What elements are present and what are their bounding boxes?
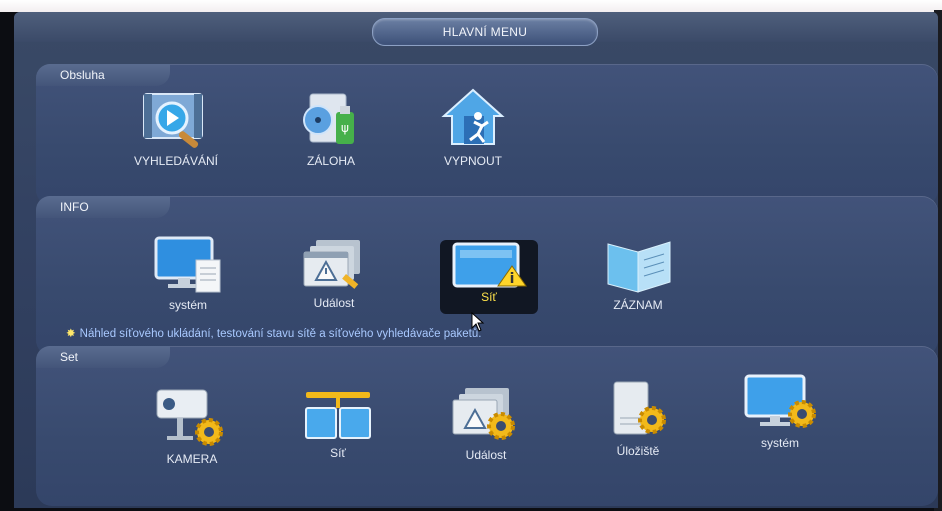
storage-gear-icon (613, 381, 666, 435)
menu-item-label: Síť (330, 446, 346, 460)
menu-item-vypnout[interactable]: VYPNOUT (428, 86, 518, 168)
menu-item-set-udalost[interactable]: Událost (436, 386, 536, 462)
menu-item-set-system[interactable]: systém (730, 374, 830, 450)
log-book-icon (607, 241, 671, 293)
menu-item-info-udalost[interactable]: Událost (284, 238, 384, 310)
menu-item-label: Úložiště (616, 444, 660, 458)
event-gear-icon (452, 388, 515, 440)
menu-item-info-system[interactable]: systém (138, 236, 238, 312)
menu-item-info-zaznam[interactable]: ZÁZNAM (588, 238, 688, 312)
menu-item-zaloha[interactable]: ψ ZÁLOHA (286, 90, 376, 168)
backup-usb-icon: ψ (303, 93, 354, 144)
menu-item-label: ZÁLOHA (306, 154, 355, 168)
mouse-cursor-icon (471, 312, 485, 332)
menu-item-set-kamera[interactable]: KAMERA (142, 386, 242, 466)
svg-text:ψ: ψ (341, 121, 349, 135)
menu-item-set-sit[interactable]: Síť (288, 390, 388, 460)
menu-item-info-sit[interactable]: i Síť (440, 240, 538, 304)
menu-item-label: Událost (313, 296, 355, 310)
menu-item-label: systém (168, 298, 207, 312)
info-hint-text: Náhled síťového ukládání, testování stav… (79, 328, 482, 340)
network-info-icon: i (452, 242, 527, 288)
info-hint: ✸ Náhled síťového ukládání, testování sta… (66, 326, 481, 340)
tip-sun-icon: ✸ (66, 328, 76, 340)
menu-item-label: Událost (465, 448, 507, 462)
network-gear-icon (305, 392, 371, 439)
exit-house-icon (441, 88, 505, 145)
monitor-document-icon (154, 236, 221, 293)
top-bezel (0, 0, 942, 12)
menu-item-label: VYPNOUT (443, 154, 502, 168)
menu-item-set-uloziste[interactable]: Úložiště (588, 380, 688, 458)
menu-item-label: KAMERA (166, 452, 218, 466)
system-gear-icon (744, 374, 816, 428)
search-video-icon (143, 93, 203, 148)
camera-gear-icon (156, 389, 223, 446)
window-title: HLAVNÍ MENU (372, 18, 598, 46)
menu-item-label: Síť (481, 290, 497, 304)
svg-text:i: i (510, 271, 515, 287)
section-label-set: Set (36, 346, 170, 368)
menu-item-label: ZÁZNAM (613, 298, 663, 312)
menu-item-label: VYHLEDÁVÁNÍ (133, 154, 219, 168)
section-label-info: INFO (36, 196, 170, 218)
main-menu-screen: HLAVNÍ MENU Obsluha INFO Set VYHLEDÁVÁNÍ… (14, 12, 938, 508)
menu-item-label: systém (760, 436, 799, 450)
menu-item-vyhledavani[interactable]: VYHLEDÁVÁNÍ (116, 90, 236, 168)
section-label-obsluha: Obsluha (36, 64, 170, 86)
event-warning-icon (303, 240, 360, 289)
